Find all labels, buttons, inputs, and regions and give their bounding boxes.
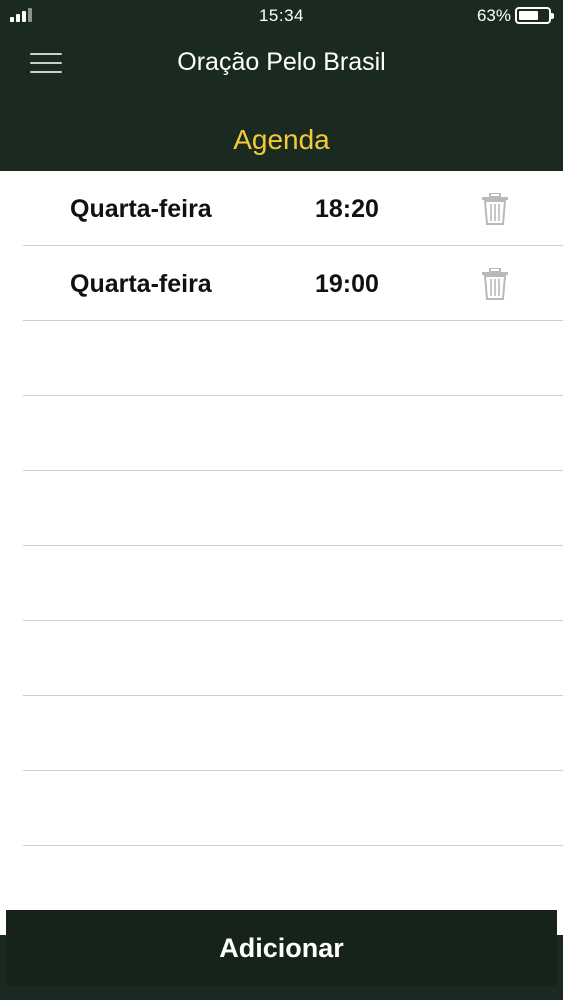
schedule-day: Quarta-feira: [70, 195, 212, 223]
app-title: Oração Pelo Brasil: [177, 48, 386, 76]
empty-row: [23, 621, 563, 696]
trash-icon[interactable]: [481, 193, 509, 225]
empty-row: [23, 396, 563, 471]
schedule-row: Quarta-feira 19:00: [23, 246, 563, 321]
page-title: Agenda: [233, 124, 330, 155]
empty-row: [23, 471, 563, 546]
empty-row: [23, 696, 563, 771]
status-bar: 15:34 63%: [0, 0, 563, 32]
empty-row: [23, 546, 563, 621]
trash-icon[interactable]: [481, 268, 509, 300]
agenda-screen: 15:34 63% Oração Pelo Brasil Agenda Quar…: [0, 0, 563, 1000]
empty-row: [23, 771, 563, 846]
schedule-time: 19:00: [315, 270, 379, 298]
add-button[interactable]: Adicionar: [6, 910, 557, 986]
schedule-time: 18:20: [315, 195, 379, 223]
schedule-row: Quarta-feira 18:20: [23, 171, 563, 246]
battery-percent: 63%: [476, 6, 511, 25]
battery-icon: [515, 7, 554, 24]
empty-row: [23, 321, 563, 396]
battery-fill: [519, 11, 538, 20]
schedule-list: Quarta-feira 18:20 Quarta-feira 19:00: [0, 171, 563, 846]
schedule-day: Quarta-feira: [70, 270, 212, 298]
app-header: 15:34 63% Oração Pelo Brasil Agenda: [0, 0, 563, 171]
